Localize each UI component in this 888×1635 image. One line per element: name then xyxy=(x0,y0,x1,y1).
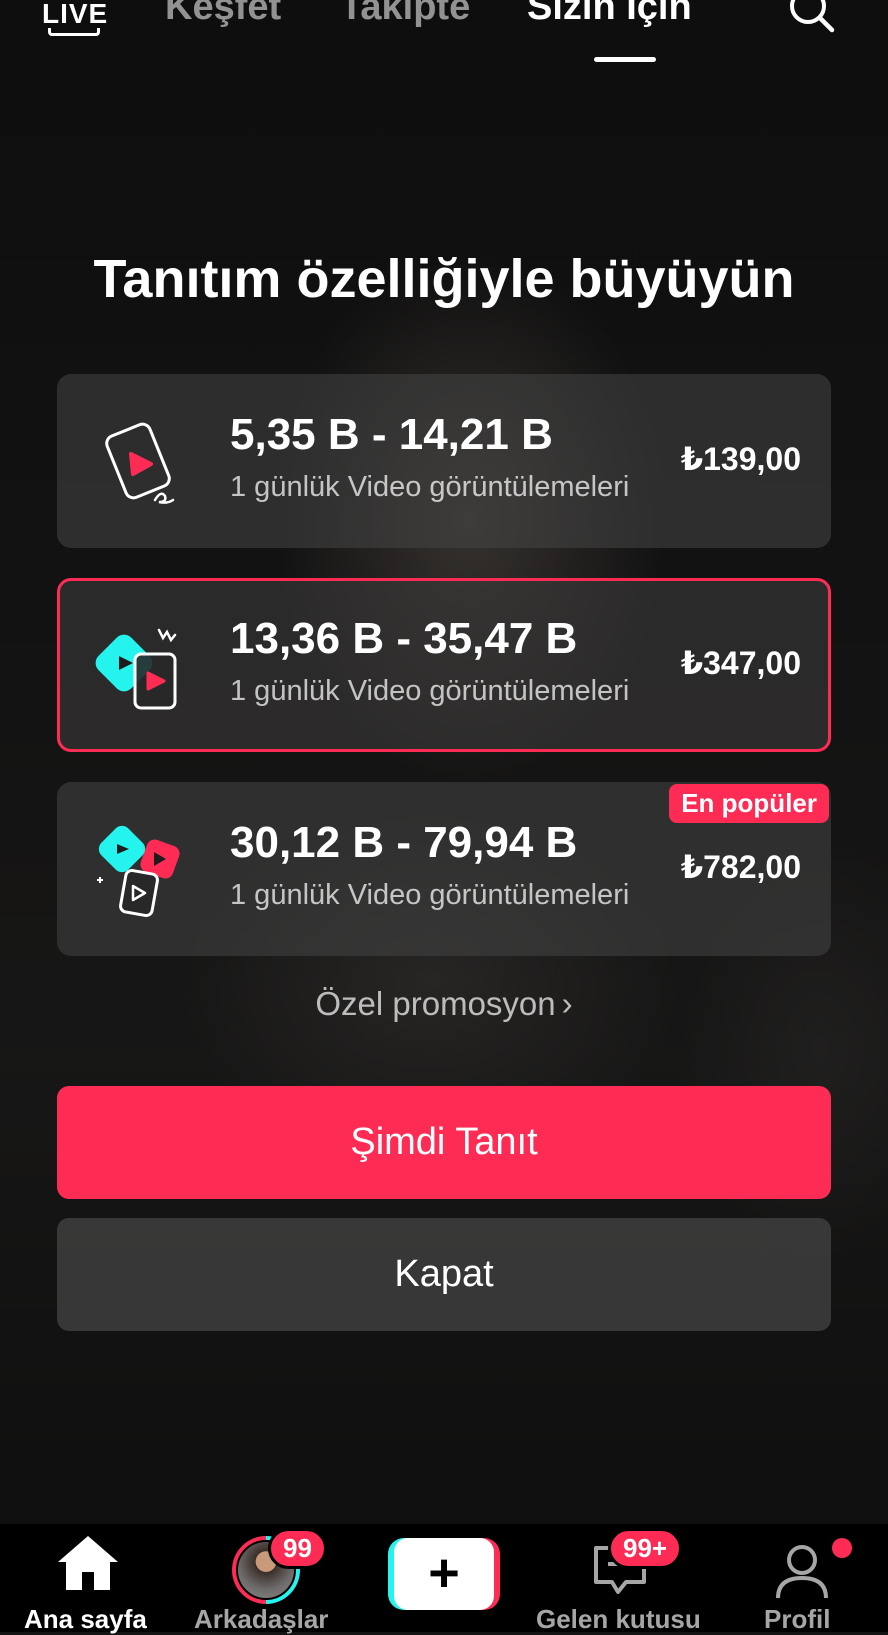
tab-takipte[interactable]: Takipte xyxy=(340,0,470,29)
promote-now-button[interactable]: Şimdi Tanıt xyxy=(57,1086,831,1199)
live-button[interactable]: LIVE xyxy=(42,0,109,40)
single-video-icon xyxy=(105,422,175,504)
views-subtitle: 1 günlük Video görüntülemeleri xyxy=(230,471,630,503)
tab-sizin-icin[interactable]: Sizin İçin xyxy=(527,0,692,29)
popular-badge: En popüler xyxy=(669,784,829,823)
inbox-count-badge: 99+ xyxy=(608,1528,683,1569)
option-price: ₺782,00 xyxy=(680,849,801,885)
double-video-icon xyxy=(95,628,177,710)
triple-video-icon xyxy=(97,825,180,918)
chevron-right-icon: › xyxy=(561,985,573,1022)
friends-count-badge: 99 xyxy=(268,1528,327,1569)
promo-option-2[interactable]: 13,36 B - 35,47 B 1 günlük Video görüntü… xyxy=(57,578,831,752)
option-price: ₺347,00 xyxy=(680,645,801,681)
close-button[interactable]: Kapat xyxy=(57,1218,831,1331)
promo-option-3[interactable]: 30,12 B - 79,94 B 1 günlük Video görüntü… xyxy=(57,782,831,956)
nav-friends-label: Arkadaşlar xyxy=(194,1604,329,1634)
views-range: 30,12 B - 79,94 B xyxy=(230,818,578,867)
nav-profile[interactable]: Profil xyxy=(740,1524,888,1634)
nav-home[interactable]: Ana sayfa xyxy=(0,1524,180,1634)
live-label: LIVE xyxy=(42,0,109,29)
promo-option-1[interactable]: 5,35 B - 14,21 B 1 günlük Video görüntül… xyxy=(57,374,831,548)
special-promotion-label: Özel promosyon xyxy=(315,985,556,1022)
views-range: 5,35 B - 14,21 B xyxy=(230,410,553,459)
active-tab-indicator xyxy=(594,57,656,62)
home-icon xyxy=(58,1536,118,1590)
views-subtitle: 1 günlük Video görüntülemeleri xyxy=(230,675,630,707)
profile-icon xyxy=(776,1545,828,1599)
live-tv-icon xyxy=(48,28,100,36)
special-promotion-link[interactable]: Özel promosyon › xyxy=(0,985,888,1023)
tab-kesfet[interactable]: Keşfet xyxy=(165,0,281,29)
search-icon[interactable] xyxy=(788,0,838,38)
nav-profile-label: Profil xyxy=(764,1604,831,1634)
promo-heading: Tanıtım özelliğiyle büyüyün xyxy=(93,249,795,309)
notification-dot xyxy=(832,1538,852,1558)
top-nav: LIVE Keşfet Takipte Sizin İçin xyxy=(0,0,888,70)
nav-home-label: Ana sayfa xyxy=(24,1604,147,1634)
bottom-nav: Ana sayfa Arkadaşlar 99 + Gelen kutusu 9… xyxy=(0,1524,888,1634)
nav-inbox-label: Gelen kutusu xyxy=(536,1604,701,1634)
views-subtitle: 1 günlük Video görüntülemeleri xyxy=(230,879,630,911)
create-button[interactable]: + xyxy=(388,1538,500,1610)
plus-icon: + xyxy=(428,1543,460,1603)
option-price: ₺139,00 xyxy=(680,441,801,477)
views-range: 13,36 B - 35,47 B xyxy=(230,614,578,663)
